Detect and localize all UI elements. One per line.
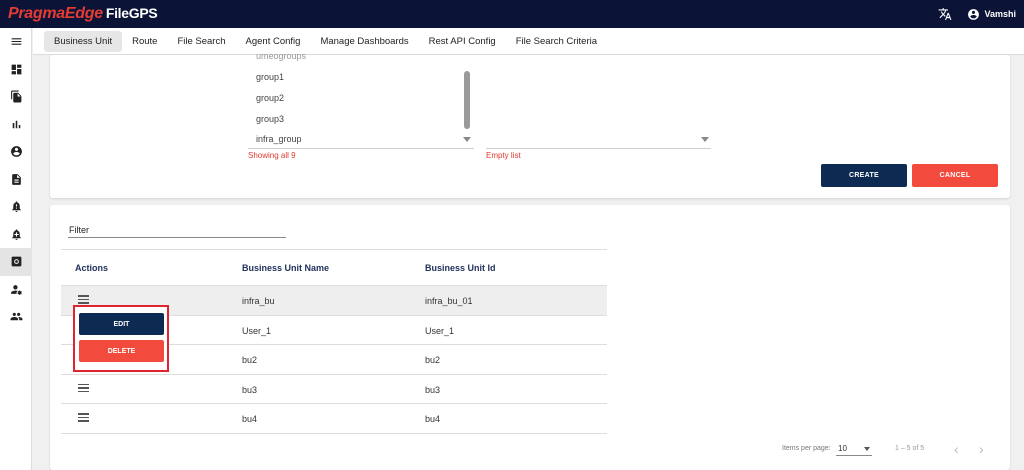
list-item[interactable]: infra_group: [256, 134, 302, 144]
page-size-select[interactable]: 10: [836, 442, 872, 456]
sidebar-item-alert-config[interactable]: [0, 221, 32, 249]
cell-name: infra_bu: [242, 296, 275, 306]
sidebar-item-documents[interactable]: [0, 166, 32, 194]
account-circle-icon: [968, 8, 980, 20]
cell-id: bu3: [425, 384, 441, 395]
tab-file-search-criteria[interactable]: File Search Criteria: [506, 31, 607, 52]
items-per-page-label: Items per page:: [782, 445, 831, 452]
business-unit-form-card: umeogroups group1 group2 group3 infra_gr…: [50, 51, 1010, 198]
sidebar-item-alerts[interactable]: [0, 193, 32, 221]
cell-name: bu3: [242, 384, 258, 395]
scrollbar-thumb[interactable]: [464, 71, 470, 129]
settings-box-icon: [11, 256, 21, 267]
available-list-underline: [248, 148, 474, 149]
sidebar-item-user-settings[interactable]: [0, 276, 32, 304]
chevron-down-icon: [864, 447, 870, 451]
column-header-actions: Actions: [75, 263, 109, 273]
tab-route[interactable]: Route: [122, 31, 167, 52]
sidebar-item-files[interactable]: [0, 83, 32, 111]
table-row: bu4 bu4: [61, 404, 607, 434]
row-actions-menu-icon[interactable]: [78, 295, 89, 304]
app-header: PragmaEdge FileGPS Vamshi: [0, 0, 1024, 28]
menu-icon: [11, 38, 21, 45]
list-item[interactable]: umeogroups: [256, 51, 306, 61]
user-menu[interactable]: Vamshi: [967, 8, 1016, 21]
selected-hint: Empty list: [486, 151, 521, 160]
business-unit-table-card: Filter Actions Business Unit Name Busine…: [50, 205, 1010, 470]
alert-add-icon: [11, 229, 21, 240]
user-name: Vamshi: [984, 9, 1016, 19]
sidebar-item-account[interactable]: [0, 138, 32, 166]
tab-manage-dashboards[interactable]: Manage Dashboards: [310, 31, 418, 52]
cell-id: infra_bu_01: [425, 296, 473, 306]
sidebar-item-business-unit[interactable]: [0, 248, 32, 276]
page-range-label: 1 – 5 of 5: [895, 445, 925, 452]
translate-icon[interactable]: [937, 6, 953, 22]
cancel-button[interactable]: CANCEL: [912, 164, 998, 187]
tab-agent-config[interactable]: Agent Config: [236, 31, 311, 52]
table-row: bu3 bu3: [61, 375, 607, 404]
chevron-left-icon[interactable]: ‹: [954, 441, 959, 457]
sidebar-item-dashboard[interactable]: [0, 56, 32, 84]
sidebar-menu-toggle[interactable]: [0, 28, 32, 56]
page-size-value: 10: [838, 444, 847, 453]
scroll-down-arrow-icon[interactable]: [463, 137, 471, 142]
sidebar-item-reports[interactable]: [0, 111, 32, 139]
available-hint: Showing all 9: [248, 151, 296, 160]
available-groups-list[interactable]: umeogroups group1 group2 group3 infra_gr…: [248, 51, 474, 149]
delete-button[interactable]: DELETE: [79, 340, 164, 362]
selected-list-underline: [486, 148, 711, 149]
description-icon: [11, 173, 21, 185]
product-name: FileGPS: [105, 5, 158, 21]
row-actions-menu-icon[interactable]: [78, 413, 89, 422]
tab-file-search[interactable]: File Search: [167, 31, 235, 52]
list-item[interactable]: group2: [256, 93, 284, 103]
create-button[interactable]: CREATE: [821, 164, 907, 187]
app-logo[interactable]: PragmaEdge FileGPS: [8, 5, 158, 23]
filter-input[interactable]: Filter: [69, 225, 89, 235]
user-settings-icon: [10, 284, 22, 295]
tab-bar: Business Unit Route File Search Agent Co…: [33, 28, 1024, 55]
dashboard-icon: [11, 64, 21, 75]
row-actions-menu-icon[interactable]: [78, 383, 89, 393]
account-circle-icon: [10, 146, 22, 158]
cell-id: bu4: [425, 414, 441, 424]
sidebar-item-groups[interactable]: [0, 303, 32, 331]
brand-name: PragmaEdge: [8, 5, 103, 22]
cell-name: bu2: [242, 355, 258, 365]
column-header-id[interactable]: Business Unit Id: [425, 263, 496, 273]
selected-scroll-down-arrow-icon[interactable]: [701, 137, 709, 142]
file-copy-icon: [10, 90, 21, 103]
edit-button[interactable]: EDIT: [79, 313, 164, 335]
tab-business-unit[interactable]: Business Unit: [44, 30, 123, 52]
column-header-name[interactable]: Business Unit Name: [242, 263, 329, 273]
list-item[interactable]: group1: [256, 72, 284, 82]
cell-id: bu2: [425, 355, 441, 365]
cell-name: User_1: [242, 325, 272, 336]
cell-name: bu4: [242, 414, 258, 424]
tab-rest-api-config[interactable]: Rest API Config: [419, 31, 506, 52]
sidebar: [0, 28, 32, 470]
row-actions-popup: EDIT DELETE: [73, 305, 169, 372]
table-header: Actions Business Unit Name Business Unit…: [61, 249, 607, 286]
list-item[interactable]: group3: [256, 114, 284, 124]
chevron-right-icon[interactable]: ›: [979, 441, 984, 457]
filter-underline: [68, 237, 286, 238]
bar-chart-icon: [12, 120, 20, 129]
alert-bell-icon: [11, 201, 21, 213]
group-icon: [10, 312, 22, 321]
cell-id: User_1: [425, 325, 455, 336]
